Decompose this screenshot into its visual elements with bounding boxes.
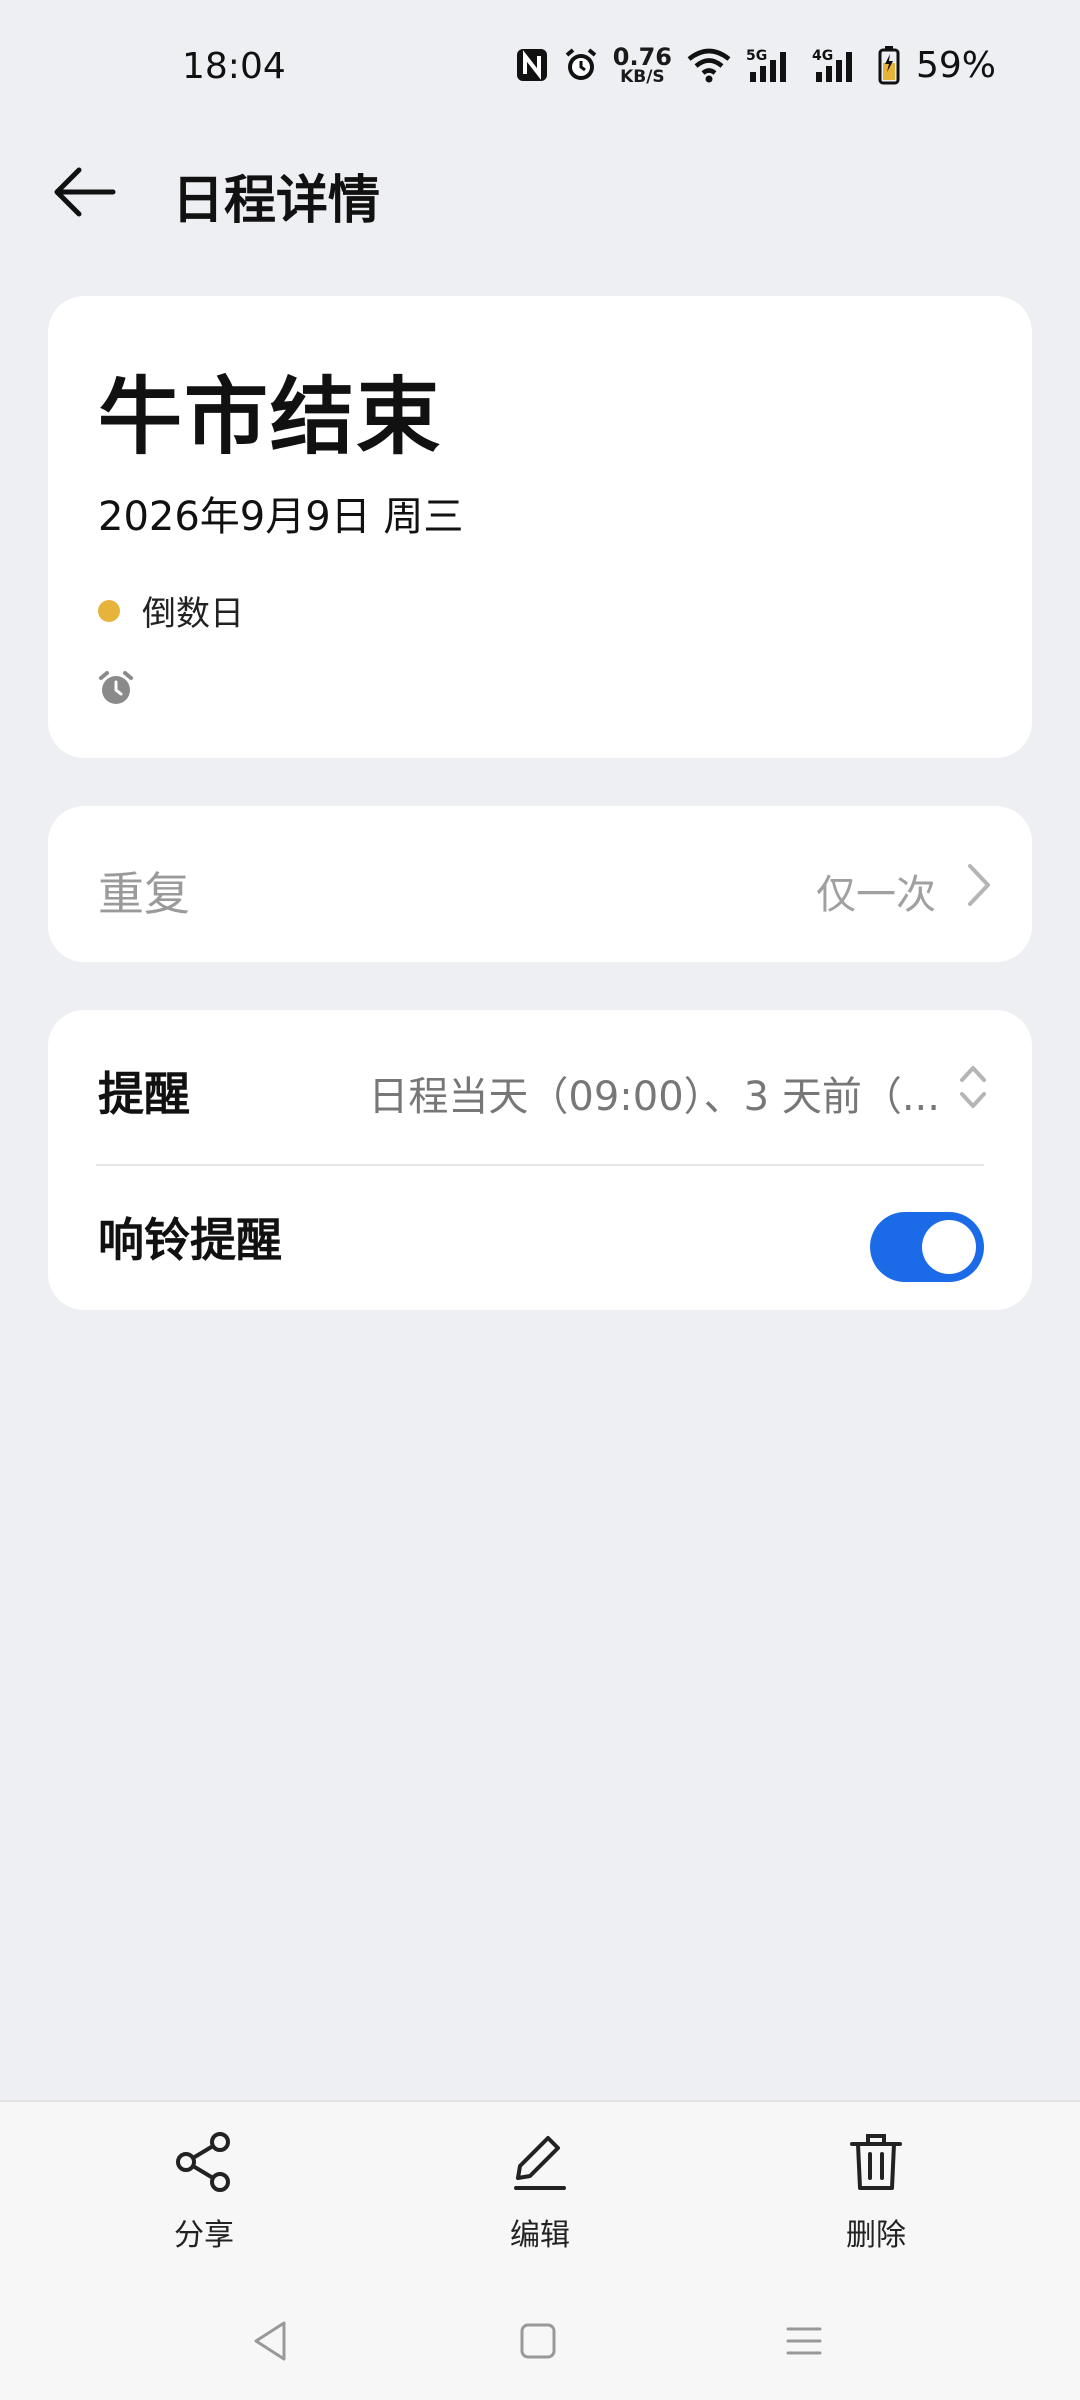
ring-reminder-toggle[interactable]: [870, 1212, 984, 1282]
edit-button[interactable]: 编辑: [460, 2130, 620, 2254]
share-label: 分享: [174, 2218, 234, 2253]
chevron-right-icon: [966, 862, 992, 912]
net-speed-value: 0.76: [612, 42, 672, 71]
ring-reminder-label: 响铃提醒: [98, 1213, 282, 1267]
net-speed: 0.76 KB/S: [613, 45, 672, 86]
repeat-label: 重复: [98, 867, 190, 921]
nav-back-button[interactable]: [240, 2311, 300, 2371]
bottom-toolbar: 分享 编辑 删除: [0, 2100, 1080, 2285]
event-date: 2026年9月9日 周三: [98, 494, 464, 540]
trash-icon: [850, 2134, 902, 2190]
event-type-label: 倒数日: [142, 594, 244, 634]
nav-home-button[interactable]: [508, 2311, 568, 2371]
event-type: 倒数日: [98, 586, 244, 635]
nav-menu-button[interactable]: [774, 2311, 834, 2371]
delete-label: 删除: [846, 2218, 906, 2253]
signal-4g-icon: 4G: [812, 46, 864, 84]
status-bar: 18:04 0.76 KB/S 5G 4G 59%: [0, 0, 1080, 140]
triangle-back-icon: [254, 2321, 286, 2361]
repeat-value: 仅一次: [816, 872, 936, 918]
alarm-icon: [563, 47, 599, 83]
toggle-knob: [922, 1220, 976, 1274]
reminder-card: 提醒 日程当天（09:00）、3 天前（... 响铃提醒: [48, 1010, 1032, 1310]
ring-reminder-row: 响铃提醒: [48, 1160, 1032, 1310]
system-nav-bar: [0, 2285, 1080, 2400]
nfc-icon: [515, 47, 549, 83]
square-home-icon: [520, 2323, 556, 2359]
back-button[interactable]: [42, 150, 126, 234]
alarm-clock-icon: [96, 668, 136, 712]
header: 日程详情: [0, 140, 1080, 260]
svg-text:4G: 4G: [812, 48, 833, 64]
battery-icon: [878, 45, 900, 85]
chevron-up-down-icon: [958, 1062, 988, 1116]
net-speed-unit: KB/S: [620, 66, 665, 87]
status-time: 18:04: [182, 46, 286, 87]
share-button[interactable]: 分享: [124, 2130, 284, 2254]
reminder-row[interactable]: 提醒 日程当天（09:00）、3 天前（...: [48, 1010, 1032, 1160]
menu-lines-icon: [786, 2327, 822, 2355]
pencil-icon: [514, 2136, 566, 2190]
share-icon: [176, 2132, 230, 2192]
arrow-left-icon: [54, 167, 116, 217]
status-icons: 0.76 KB/S 5G 4G 59%: [515, 40, 996, 90]
delete-button[interactable]: 删除: [796, 2130, 956, 2254]
event-card: 牛市结束 2026年9月9日 周三 倒数日: [48, 296, 1032, 758]
reminder-label: 提醒: [98, 1067, 190, 1121]
event-title: 牛市结束: [98, 368, 443, 466]
svg-text:5G: 5G: [746, 48, 767, 64]
wifi-icon: [686, 47, 732, 83]
edit-label: 编辑: [510, 2218, 570, 2253]
signal-5g-icon: 5G: [746, 46, 798, 84]
repeat-row[interactable]: 重复 仅一次: [48, 806, 1032, 962]
page-title: 日程详情: [172, 171, 381, 231]
type-color-dot: [98, 599, 120, 622]
reminder-value: 日程当天（09:00）、3 天前（...: [368, 1074, 940, 1120]
battery-percent: 59%: [915, 44, 996, 86]
